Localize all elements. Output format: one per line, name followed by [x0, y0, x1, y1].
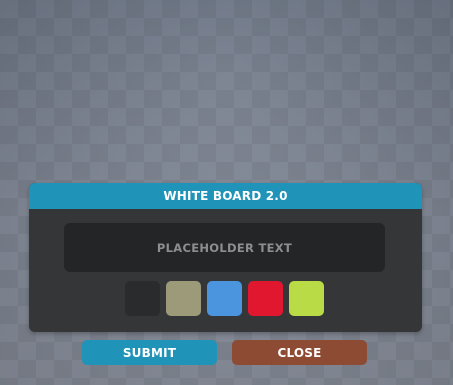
- dialog-title: WHITE BOARD 2.0: [163, 189, 288, 203]
- close-button-label: CLOSE: [277, 345, 322, 360]
- dialog-header: WHITE BOARD 2.0: [29, 183, 422, 209]
- color-swatch-lime[interactable]: [289, 281, 324, 316]
- whiteboard-dialog: WHITE BOARD 2.0 PLACEHOLDER TEXT: [29, 183, 422, 332]
- color-swatch-row: [125, 281, 324, 316]
- color-swatch-olive[interactable]: [166, 281, 201, 316]
- color-swatch-blue[interactable]: [207, 281, 242, 316]
- submit-button[interactable]: SUBMIT: [82, 340, 217, 365]
- color-swatch-red[interactable]: [248, 281, 283, 316]
- text-input-placeholder: PLACEHOLDER TEXT: [156, 240, 293, 255]
- submit-button-label: SUBMIT: [122, 345, 177, 360]
- whiteboard-text-input[interactable]: PLACEHOLDER TEXT: [64, 223, 385, 272]
- close-button[interactable]: CLOSE: [232, 340, 367, 365]
- color-swatch-black[interactable]: [125, 281, 160, 316]
